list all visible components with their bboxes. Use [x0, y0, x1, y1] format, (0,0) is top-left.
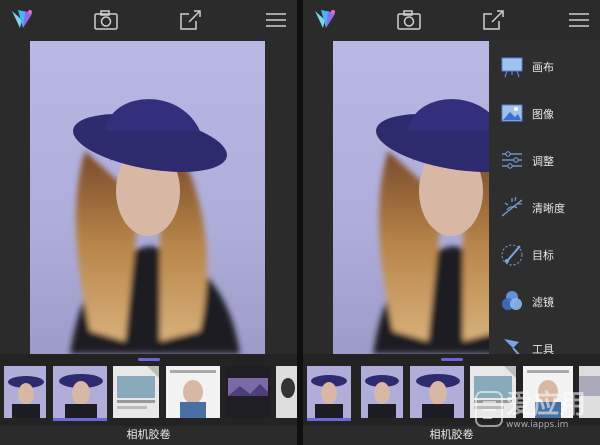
menu-item-filter[interactable]: 滤镜	[489, 279, 600, 325]
film-thumbnail[interactable]	[276, 366, 297, 418]
watermark-text: 爱应用	[506, 390, 588, 420]
film-thumbnail[interactable]	[410, 366, 464, 418]
menu-item-clarity[interactable]: 清晰度	[489, 185, 600, 231]
app-logo-icon[interactable]	[311, 6, 339, 34]
editor-panel-left: 相机胶卷	[0, 0, 297, 445]
menu-item-target[interactable]: 目标	[489, 232, 600, 278]
editor-panel-right: 画布 图像 调整 清晰度 目标 滤镜 工具 相机胶卷	[303, 0, 600, 445]
share-icon[interactable]	[176, 6, 204, 34]
camera-roll-label[interactable]: 相机胶卷	[0, 426, 297, 442]
filter-icon	[499, 288, 525, 314]
clarity-icon	[499, 194, 525, 220]
film-thumbnail-selected[interactable]	[53, 366, 107, 418]
menu-item-image[interactable]: 图像	[489, 91, 600, 137]
film-thumbnail[interactable]	[113, 366, 159, 418]
film-thumbnail[interactable]	[4, 366, 46, 418]
film-thumbnail[interactable]	[361, 366, 403, 418]
film-thumbnail[interactable]	[166, 366, 220, 418]
top-toolbar	[0, 0, 297, 40]
menu-item-adjust[interactable]: 调整	[489, 138, 600, 184]
menu-item-canvas[interactable]: 画布	[489, 44, 600, 90]
canvas-icon	[499, 53, 525, 79]
menu-icon[interactable]	[262, 6, 290, 34]
camera-icon[interactable]	[395, 6, 423, 34]
drag-handle[interactable]	[138, 358, 160, 361]
side-menu: 画布 图像 调整 清晰度 目标 滤镜 工具	[489, 41, 600, 354]
film-thumbnail-selected[interactable]	[307, 366, 351, 418]
sliders-icon	[499, 147, 525, 173]
menu-item-tools[interactable]: 工具	[489, 326, 600, 354]
menu-icon[interactable]	[565, 6, 593, 34]
photo-canvas[interactable]	[30, 41, 265, 354]
tools-icon	[499, 335, 525, 354]
film-thumbnail[interactable]	[226, 366, 270, 418]
share-icon[interactable]	[479, 6, 507, 34]
drag-handle[interactable]	[441, 358, 463, 361]
watermark-url: www.iapps.im	[506, 420, 569, 430]
target-brush-icon	[499, 241, 525, 267]
camera-icon[interactable]	[92, 6, 120, 34]
image-icon	[499, 100, 525, 126]
top-toolbar	[303, 0, 600, 40]
app-logo-icon[interactable]	[8, 6, 36, 34]
